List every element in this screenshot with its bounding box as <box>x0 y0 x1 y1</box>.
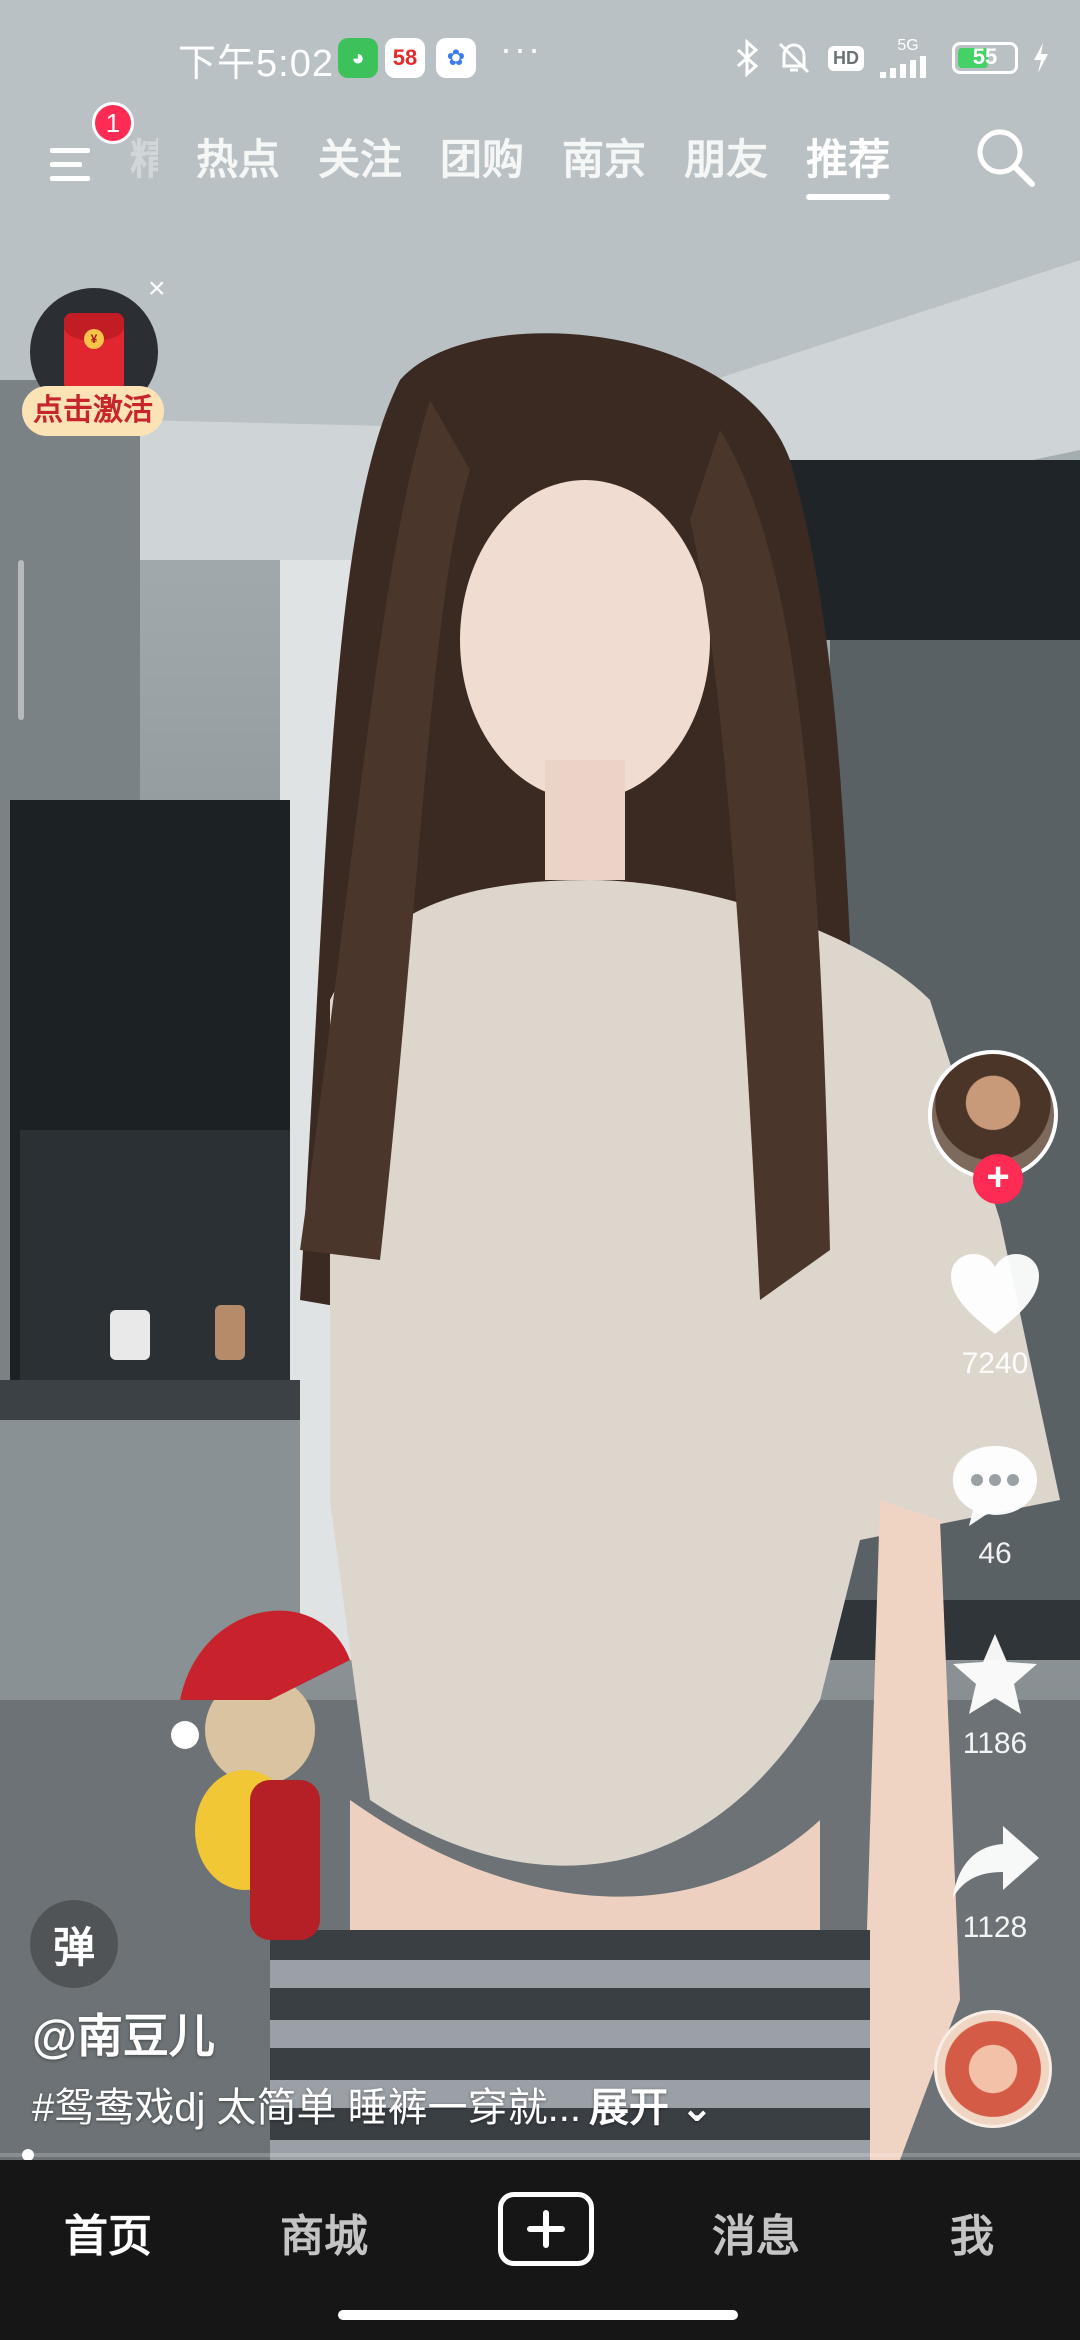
red-packet-coin: ¥ <box>84 329 104 349</box>
charging-bolt-icon <box>1034 43 1048 73</box>
create-post-button[interactable] <box>498 2192 594 2266</box>
home-indicator[interactable] <box>338 2310 738 2320</box>
status-bar: 下午5:02 ◕ 58 ✿ ··· HD 5G 55 <box>0 0 1080 110</box>
wechat-like-icon: ◕ <box>338 38 378 78</box>
nav-messages[interactable]: 消息 <box>712 2200 800 2264</box>
caption-text: #鸳鸯戏dj 太简单 睡裤一穿就... <box>32 2086 581 2130</box>
danmaku-toggle-button[interactable]: 弹 <box>30 1900 118 1988</box>
video-progress-bar[interactable] <box>0 2149 1080 2161</box>
follow-button[interactable]: + <box>973 1154 1023 1204</box>
tab-recommended[interactable]: 推荐 <box>806 128 891 200</box>
hd-badge: HD <box>828 45 864 71</box>
music-disc-button[interactable] <box>934 2010 1052 2128</box>
58-app-icon: 58 <box>385 38 425 78</box>
favorite-button[interactable]: 1186 <box>920 1630 1070 1761</box>
tab-group-buy[interactable]: 团购 <box>440 128 524 198</box>
more-notifications-icon: ··· <box>500 28 542 69</box>
battery-icon: 55 <box>952 42 1018 74</box>
share-arrow-icon <box>953 1826 1039 1898</box>
favorite-count: 1186 <box>962 1727 1028 1760</box>
expand-caption-button[interactable]: 展开 ⌄ <box>589 2086 714 2130</box>
red-packet-widget[interactable]: ¥ 点击激活 <box>22 288 172 448</box>
tab-nanjing[interactable]: 南京 <box>562 128 646 198</box>
chevron-down-icon: ⌄ <box>668 2086 714 2130</box>
tab-hot[interactable]: 热点 <box>196 128 280 198</box>
nav-me[interactable]: 我 <box>950 2200 994 2264</box>
menu-notification-badge: 1 <box>92 102 134 144</box>
plus-icon <box>527 2210 565 2248</box>
like-count: 7240 <box>961 1347 1029 1380</box>
comment-count: 46 <box>978 1537 1012 1570</box>
heart-icon <box>951 1254 1039 1334</box>
tab-featured-partial[interactable]: 精选 <box>130 128 158 198</box>
network-type: 5G <box>897 37 919 54</box>
author-name[interactable]: @南豆儿 <box>32 2000 215 2066</box>
signal-bars-icon <box>880 56 926 78</box>
top-navigation: 1 精选 热点 关注 团购 南京 朋友 推荐 <box>0 102 1080 210</box>
status-time: 下午5:02 <box>178 43 334 85</box>
search-button[interactable] <box>972 124 1038 190</box>
video-caption: #鸳鸯戏dj 太简单 睡裤一穿就... 展开 ⌄ <box>32 2075 714 2133</box>
share-button[interactable]: 1128 <box>920 1820 1070 1945</box>
share-count: 1128 <box>962 1911 1028 1944</box>
side-drawer-handle[interactable] <box>18 560 24 720</box>
comment-bubble-icon <box>953 1446 1037 1526</box>
author-avatar-button[interactable]: + <box>928 1050 1058 1204</box>
mute-bell-icon <box>778 42 810 74</box>
status-right-group: HD 5G 55 <box>734 36 1050 80</box>
menu-button[interactable] <box>46 130 106 190</box>
feed-tabs: 精选 热点 关注 团购 南京 朋友 推荐 <box>130 128 891 200</box>
hamburger-menu-icon <box>50 148 90 181</box>
activate-label: 点击激活 <box>22 386 164 436</box>
cloud-app-icon: ✿ <box>436 38 476 78</box>
expand-label: 展开 <box>588 2086 669 2130</box>
tab-following[interactable]: 关注 <box>318 128 402 198</box>
search-icon <box>977 129 1035 187</box>
tab-friends[interactable]: 朋友 <box>684 128 768 198</box>
star-icon <box>953 1634 1037 1714</box>
comment-button[interactable]: 46 <box>920 1440 1070 1571</box>
signal-group: 5G <box>878 38 938 78</box>
bottom-navigation: 首页 商城 消息 我 <box>0 2160 1080 2340</box>
nav-home[interactable]: 首页 <box>64 2200 152 2264</box>
bluetooth-icon <box>737 38 759 78</box>
battery-level: 55 <box>972 44 998 69</box>
nav-mall[interactable]: 商城 <box>280 2200 368 2264</box>
like-button[interactable]: 7240 <box>920 1250 1070 1381</box>
